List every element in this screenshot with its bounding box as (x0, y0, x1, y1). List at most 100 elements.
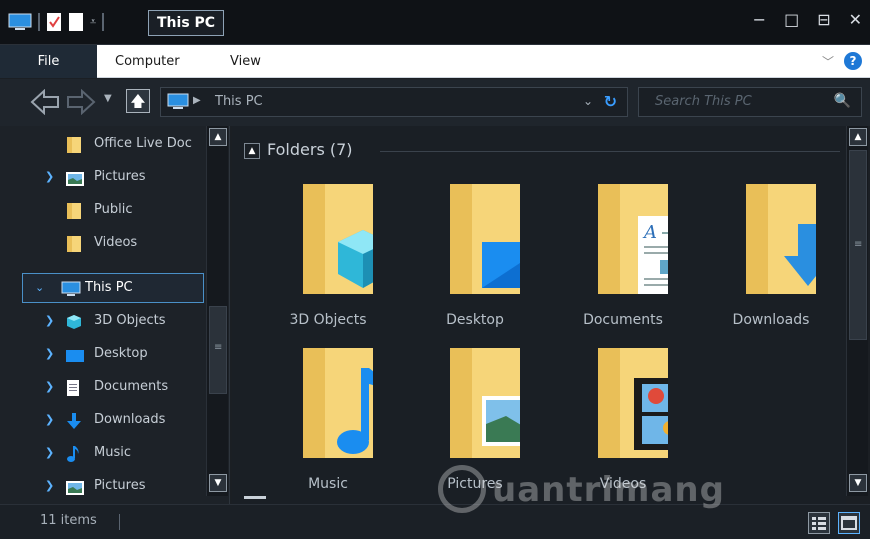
quick-access-toolbar: ⩡ (8, 12, 105, 32)
sidebar-item-label: Documents (94, 379, 169, 394)
help-icon[interactable]: ? (844, 52, 862, 70)
breadcrumb[interactable]: This PC (215, 94, 263, 109)
music-folder-icon (303, 348, 373, 458)
sidebar-item[interactable]: ❯ Pictures (0, 163, 205, 191)
chevron-down-icon[interactable]: ⌄ (35, 274, 44, 302)
music-note-icon (66, 445, 82, 462)
restore-button[interactable]: ⊟ (817, 10, 830, 29)
tab-file[interactable]: File (0, 45, 97, 78)
svg-text:A: A (642, 222, 657, 243)
content-pane: ▲ Folders (7) 3D Objects Desktop A Docum… (232, 126, 846, 504)
folder-icon (66, 136, 82, 153)
folder-tile-3d-objects[interactable]: 3D Objects (258, 184, 398, 344)
properties-icon[interactable] (46, 12, 62, 32)
videos-folder-icon (598, 348, 668, 458)
up-arrow-icon[interactable]: 🡅 (126, 89, 150, 113)
status-separator (119, 514, 120, 530)
nav-scroll-thumb[interactable]: ≡ (209, 306, 227, 394)
sidebar-item-label: Public (94, 202, 133, 217)
recent-locations-icon[interactable]: ▼ (104, 93, 112, 104)
watermark-text: uantrimang (492, 470, 725, 510)
sidebar-item[interactable]: ❯ Documents (0, 373, 205, 401)
minimize-button[interactable]: − (753, 10, 766, 29)
scroll-down-icon[interactable]: ▼ (849, 474, 867, 492)
sidebar-item[interactable]: ❯ Desktop (0, 340, 205, 368)
chevron-right-icon[interactable]: ❯ (45, 307, 54, 335)
address-bar-row: ▼ 🡅 ▶ This PC ⌄ ↻ Search This PC 🔍 (0, 79, 870, 126)
scroll-up-icon[interactable]: ▲ (849, 128, 867, 146)
scroll-up-icon[interactable]: ▲ (209, 128, 227, 146)
search-icon[interactable]: 🔍 (834, 93, 851, 109)
sidebar-item-label: This PC (85, 280, 133, 295)
collapse-group-icon[interactable]: ▲ (244, 143, 260, 159)
pictures-icon (66, 169, 84, 186)
sidebar-item-label: Office Live Doc (94, 136, 192, 151)
chevron-right-icon[interactable]: ❯ (45, 406, 54, 434)
monitor-icon (167, 93, 189, 109)
address-dropdown-icon[interactable]: ⌄ (583, 94, 593, 108)
breadcrumb-chevron-icon[interactable]: ▶ (193, 95, 201, 106)
scroll-down-icon[interactable]: ▼ (209, 474, 227, 492)
item-count: 11 items (40, 513, 97, 528)
chevron-right-icon[interactable]: ❯ (45, 472, 54, 500)
customize-toolbar-icon[interactable]: ⩡ (90, 15, 96, 29)
sidebar-item[interactable]: Public (0, 196, 205, 224)
folder-label: Music (308, 476, 348, 492)
status-bar: 11 items (0, 504, 870, 539)
sidebar-item[interactable]: ❯ 3D Objects (0, 307, 205, 335)
content-scroll-thumb[interactable]: ≡ (849, 150, 867, 340)
group-title: Folders (7) (267, 140, 353, 159)
chevron-right-icon[interactable]: ❯ (45, 340, 54, 368)
group-divider (380, 151, 840, 152)
address-box[interactable]: ▶ This PC ⌄ ↻ (160, 87, 628, 117)
folder-label: 3D Objects (289, 312, 367, 328)
downloads-folder-icon (746, 184, 816, 294)
content-scrollbar[interactable]: ▲ ≡ ▼ (846, 126, 868, 496)
expand-ribbon-icon[interactable]: ﹀ (822, 53, 834, 70)
large-icons-view-icon[interactable] (838, 512, 860, 534)
sidebar-item-label: Desktop (94, 346, 148, 361)
maximize-button[interactable]: □ (784, 10, 799, 29)
folder-tile-downloads[interactable]: Downloads (701, 184, 841, 344)
details-view-icon[interactable] (808, 512, 830, 534)
window-controls: − □ ⊟ ✕ (753, 10, 862, 29)
nav-scrollbar[interactable]: ▲ ≡ ▼ (206, 126, 228, 496)
search-placeholder: Search This PC (655, 94, 752, 109)
close-button[interactable]: ✕ (849, 10, 862, 29)
chevron-right-icon[interactable]: ❯ (45, 163, 54, 191)
sidebar-item[interactable]: Videos (0, 229, 205, 257)
next-group-toggle (244, 496, 266, 499)
document-icon (66, 379, 82, 396)
back-arrow-icon[interactable] (30, 89, 60, 115)
computer-icon[interactable] (8, 12, 32, 32)
sidebar-item-label: 3D Objects (94, 313, 166, 328)
pictures-folder-icon (450, 348, 520, 458)
folder-tile-desktop[interactable]: Desktop (405, 184, 545, 344)
chevron-right-icon[interactable]: ❯ (45, 373, 54, 401)
sidebar-item-label: Pictures (94, 169, 146, 184)
folder-label: Downloads (732, 312, 810, 328)
sidebar-item[interactable]: ❯ Pictures (0, 472, 205, 500)
sidebar-item[interactable]: Office Live Doc (0, 130, 205, 158)
search-input[interactable]: Search This PC 🔍 (638, 87, 862, 117)
sidebar-item-label: Music (94, 445, 131, 460)
folder-label: Documents (583, 312, 663, 328)
forward-arrow-icon[interactable] (66, 89, 96, 115)
sidebar-item[interactable]: ❯ Downloads (0, 406, 205, 434)
new-folder-icon[interactable] (68, 12, 84, 32)
folder-tile-documents[interactable]: A Documents (553, 184, 693, 344)
pictures-icon (66, 478, 84, 495)
sidebar-item[interactable]: ❯ Music (0, 439, 205, 467)
cube-icon (66, 313, 82, 329)
title-bar: ⩡ This PC − □ ⊟ ✕ (0, 0, 870, 45)
3d-objects-folder-icon (303, 184, 373, 294)
sidebar-item-label: Pictures (94, 478, 146, 493)
tab-view[interactable]: View (230, 45, 261, 78)
folder-tile-music[interactable]: Music (258, 348, 398, 508)
watermark-logo-icon (438, 465, 486, 513)
refresh-icon[interactable]: ↻ (604, 92, 617, 111)
sidebar-item[interactable]: ⌄ This PC (22, 273, 204, 303)
navigation-pane: Office Live Doc ❯ Pictures Public Videos ⌄ Thi… (0, 126, 230, 504)
chevron-right-icon[interactable]: ❯ (45, 439, 54, 467)
tab-computer[interactable]: Computer (115, 45, 180, 78)
